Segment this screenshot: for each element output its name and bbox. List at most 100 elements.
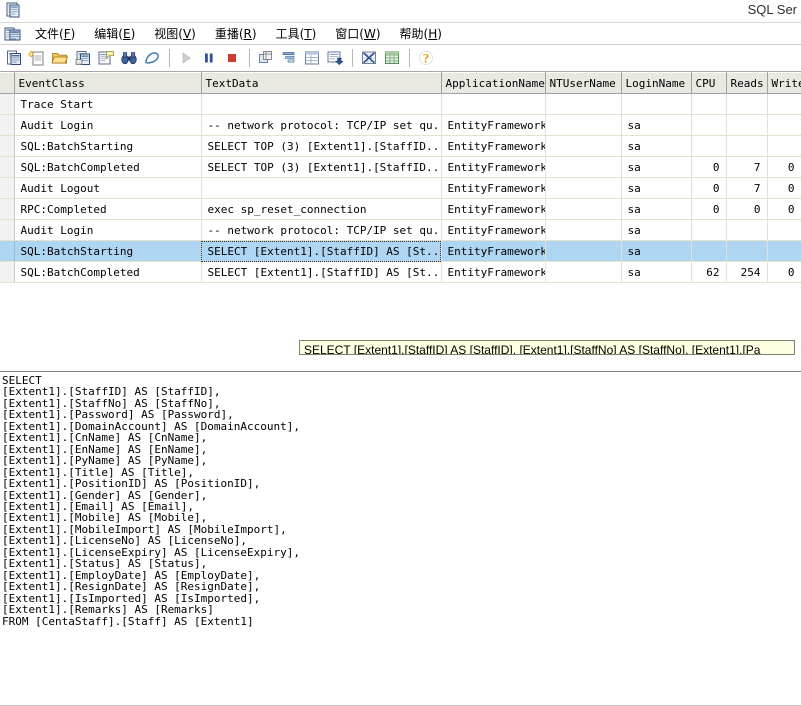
cell-eventclass[interactable]: RPC:Completed [14,198,202,220]
open-folder-icon[interactable] [49,47,71,69]
cell-writes[interactable] [767,93,801,115]
cell-reads[interactable]: 254 [726,261,768,283]
cell-loginname[interactable]: sa [621,198,692,220]
table-row[interactable]: Trace Start [0,93,801,115]
column-header-applicationname[interactable]: ApplicationName [440,72,546,94]
new-template-icon[interactable] [26,47,48,69]
cell-cpu[interactable]: 0 [691,156,727,178]
cell-cpu[interactable]: 0 [691,177,727,199]
trace-properties-icon[interactable] [381,47,403,69]
cell-reads[interactable] [726,219,768,241]
cell-reads[interactable]: 7 [726,156,768,178]
cell-ntusername[interactable] [545,198,622,220]
row-header-cell[interactable] [0,93,15,115]
cell-eventclass[interactable]: Audit Login [14,219,202,241]
cell-ntusername[interactable] [545,177,622,199]
cell-loginname[interactable]: sa [621,156,692,178]
properties-grid-icon[interactable] [301,47,323,69]
column-header-ntusername[interactable]: NTUserName [544,72,622,94]
cell-textdata[interactable]: -- network protocol: TCP/IP set qu... [201,219,442,241]
menu-edit[interactable]: 编辑(E) [85,23,145,44]
cell-applicationname[interactable]: EntityFramework [441,198,546,220]
cell-textdata[interactable]: -- network protocol: TCP/IP set qu... [201,114,442,136]
help-icon[interactable]: ? [415,47,437,69]
save-icon[interactable] [72,47,94,69]
run-play-icon[interactable] [175,47,197,69]
cell-ntusername[interactable] [545,156,622,178]
menu-help[interactable]: 帮助(H) [391,23,452,44]
menu-window[interactable]: 窗口(W) [326,23,390,44]
cell-cpu[interactable] [691,135,727,157]
cell-writes[interactable] [767,240,801,262]
row-header-cell[interactable] [0,114,15,136]
group-columns-icon[interactable] [255,47,277,69]
cell-writes[interactable] [767,219,801,241]
column-header-textdata[interactable]: TextData [200,72,442,94]
cell-textdata[interactable]: SELECT TOP (3) [Extent1].[StaffID... [201,156,442,178]
cell-writes[interactable] [767,114,801,136]
cell-applicationname[interactable]: EntityFramework [441,240,546,262]
cell-textdata[interactable] [201,93,442,115]
cell-applicationname[interactable]: EntityFramework [441,135,546,157]
new-trace-icon[interactable] [3,47,25,69]
cell-textdata[interactable]: SELECT TOP (3) [Extent1].[StaffID... [201,135,442,157]
cell-eventclass[interactable]: Audit Logout [14,177,202,199]
cell-reads[interactable] [726,135,768,157]
table-row[interactable]: Audit Login -- network protocol: TCP/IP s… [0,114,801,136]
cell-loginname[interactable]: sa [621,261,692,283]
cell-ntusername[interactable] [545,240,622,262]
cell-cpu[interactable] [691,114,727,136]
cell-writes[interactable]: 0 [767,198,801,220]
table-row[interactable]: SQL:BatchStarting SELECT [Extent1].[Staff… [0,240,801,262]
cell-reads[interactable] [726,114,768,136]
cell-reads[interactable] [726,93,768,115]
table-row[interactable]: SQL:BatchCompleted SELECT TOP (3) [Extent… [0,156,801,178]
menu-view[interactable]: 视图(V) [145,23,206,44]
column-header-writes[interactable]: Writes [766,72,801,94]
cell-textdata[interactable]: SELECT [Extent1].[StaffID] AS [St... [201,261,442,283]
cell-ntusername[interactable] [545,261,622,283]
column-header-cpu[interactable]: CPU [690,72,727,94]
properties-icon[interactable] [95,47,117,69]
cell-reads[interactable]: 7 [726,177,768,199]
column-header-eventclass[interactable]: EventClass [13,72,202,94]
column-header-reads[interactable]: Reads [725,72,768,94]
column-header-loginname[interactable]: LoginName [620,72,692,94]
cell-eventclass[interactable]: SQL:BatchCompleted [14,156,202,178]
row-header-cell[interactable] [0,240,15,262]
row-header-cell[interactable] [0,156,15,178]
profiler-small-icon[interactable] [4,26,21,42]
cell-applicationname[interactable]: EntityFramework [441,219,546,241]
cell-applicationname[interactable]: EntityFramework [441,177,546,199]
aggregate-icon[interactable] [278,47,300,69]
cell-applicationname[interactable]: EntityFramework [441,261,546,283]
cell-ntusername[interactable] [545,93,622,115]
cell-applicationname[interactable]: EntityFramework [441,114,546,136]
cell-loginname[interactable]: sa [621,135,692,157]
find-binoculars-icon[interactable] [118,47,140,69]
cell-loginname[interactable]: sa [621,114,692,136]
cell-loginname[interactable] [621,93,692,115]
menu-replay[interactable]: 重播(R) [206,23,267,44]
row-header-cell[interactable] [0,177,15,199]
row-header-cell[interactable] [0,198,15,220]
cell-cpu[interactable]: 0 [691,198,727,220]
sql-detail-pane[interactable]: SELECT [Extent1].[StaffID] AS [StaffID],… [0,372,801,706]
cell-eventclass[interactable]: Audit Login [14,114,202,136]
table-row[interactable]: SQL:BatchCompleted SELECT [Extent1].[Staf… [0,261,801,283]
cell-ntusername[interactable] [545,219,622,241]
cell-eventclass[interactable]: Trace Start [14,93,202,115]
cell-ntusername[interactable] [545,114,622,136]
table-row[interactable]: Audit Login -- network protocol: TCP/IP s… [0,219,801,241]
cell-cpu[interactable] [691,219,727,241]
cell-textdata[interactable]: SELECT [Extent1].[StaffID] AS [St... [201,240,442,262]
cell-writes[interactable]: 0 [767,156,801,178]
cell-textdata[interactable]: exec sp_reset_connection [201,198,442,220]
cell-eventclass[interactable]: SQL:BatchStarting [14,135,202,157]
cell-eventclass[interactable]: SQL:BatchCompleted [14,261,202,283]
clear-trace-window-icon[interactable] [358,47,380,69]
table-row[interactable]: RPC:Completed exec sp_reset_connection Ent… [0,198,801,220]
menu-file[interactable]: 文件(F) [26,23,85,44]
cell-applicationname[interactable]: EntityFramework [441,156,546,178]
table-row[interactable]: SQL:BatchStarting SELECT TOP (3) [Extent1… [0,135,801,157]
